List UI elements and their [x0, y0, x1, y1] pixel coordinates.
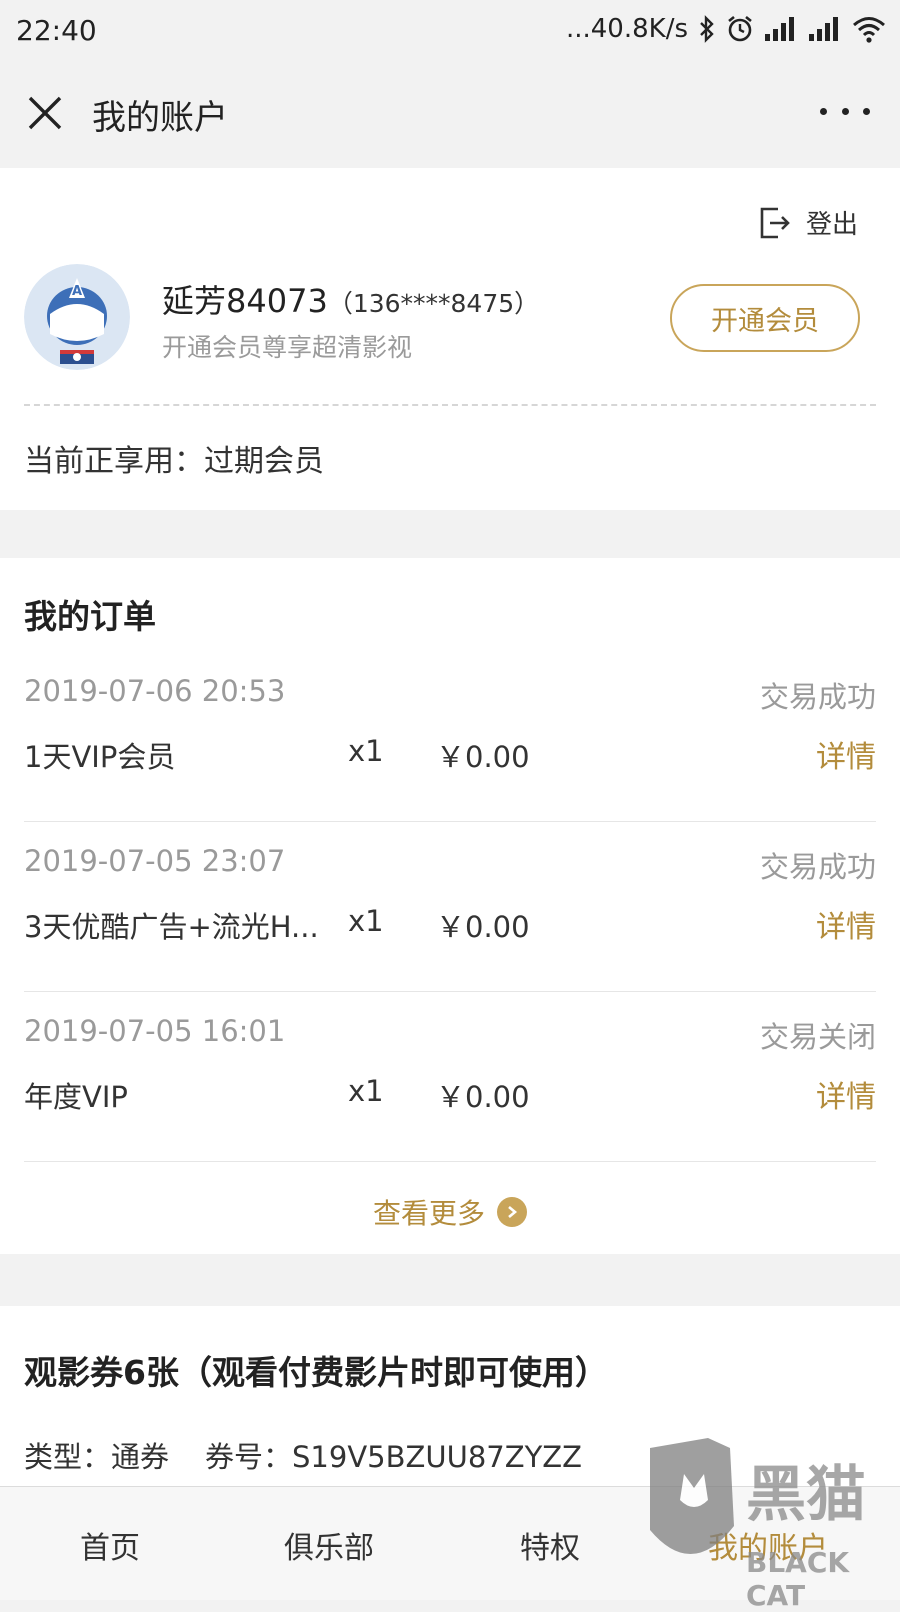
black-cat-watermark: 黑猫 BLACK CAT	[630, 1430, 900, 1600]
row-divider	[24, 1161, 876, 1162]
bluetooth-icon	[698, 15, 716, 43]
order-detail-link[interactable]: 详情	[816, 732, 876, 776]
order-status: 交易成功	[760, 674, 876, 716]
nav-item-home[interactable]: 首页	[80, 1523, 140, 1567]
more-icon[interactable]	[820, 96, 870, 126]
signal-icon	[764, 16, 798, 42]
wifi-icon	[852, 15, 886, 43]
order-product: 3天优酷广告+流光H...	[24, 904, 324, 946]
orders-card: 我的订单 2019-07-06 20:53 交易成功 1天VIP会员 x1 ￥0…	[0, 558, 900, 1254]
ticket-type: 类型：通券	[24, 1440, 169, 1474]
network-speed: ...40.8K/s	[566, 14, 688, 44]
chevron-right-icon	[497, 1197, 527, 1227]
order-detail-link[interactable]: 详情	[816, 902, 876, 946]
view-more-button[interactable]: 查看更多	[0, 1192, 900, 1232]
signal-icon	[808, 16, 842, 42]
status-indicators: ...40.8K/s	[566, 14, 886, 44]
user-name-line: 延芳84073（136****8475）	[162, 276, 539, 322]
order-date: 2019-07-05 16:01	[24, 1014, 285, 1048]
order-status: 交易成功	[760, 844, 876, 886]
order-detail-link[interactable]: 详情	[816, 1072, 876, 1116]
order-date: 2019-07-06 20:53	[24, 674, 285, 708]
order-quantity: x1	[348, 1074, 384, 1108]
order-row: 2019-07-05 23:07 交易成功 3天优酷广告+流光H... x1 ￥…	[24, 822, 876, 992]
watermark-text-en: BLACK CAT	[746, 1546, 900, 1612]
nav-item-privileges[interactable]: 特权	[520, 1523, 580, 1567]
order-row: 2019-07-05 16:01 交易关闭 年度VIP x1 ￥0.00 详情	[24, 992, 876, 1162]
status-bar: 22:40 ...40.8K/s	[0, 0, 900, 62]
logout-label: 登出	[806, 204, 858, 241]
account-card: 登出 A 延芳84073（136****8475） 开通会员尊享超清影视 开通会…	[0, 168, 900, 510]
dashed-divider	[24, 404, 876, 406]
ticket-code: 券号：S19V5BZUU87ZYZZ	[205, 1440, 582, 1474]
close-icon[interactable]	[24, 92, 66, 134]
status-time: 22:40	[16, 14, 97, 47]
orders-title: 我的订单	[24, 590, 156, 638]
title-bar: 我的账户	[0, 62, 900, 166]
order-price: ￥0.00	[436, 904, 530, 946]
user-name: 延芳84073	[162, 282, 328, 320]
order-quantity: x1	[348, 734, 384, 768]
open-vip-button[interactable]: 开通会员	[670, 284, 860, 352]
nav-item-club[interactable]: 俱乐部	[284, 1523, 374, 1567]
order-date: 2019-07-05 23:07	[24, 844, 285, 878]
current-membership-status: 当前正享用：过期会员	[24, 436, 324, 480]
order-price: ￥0.00	[436, 1074, 530, 1116]
ticket-info: 类型：通券 券号：S19V5BZUU87ZYZZ	[24, 1434, 582, 1476]
order-status: 交易关闭	[760, 1014, 876, 1056]
order-price: ￥0.00	[436, 734, 530, 776]
tickets-title: 观影券6张（观看付费影片时即可使用）	[24, 1346, 608, 1394]
watermark-text-cn: 黑猫	[746, 1446, 866, 1533]
order-quantity: x1	[348, 904, 384, 938]
logout-button[interactable]: 登出	[758, 204, 858, 241]
svg-text:A: A	[72, 284, 82, 299]
page-title: 我的账户	[92, 90, 228, 139]
avatar[interactable]: A	[24, 264, 130, 370]
user-phone: （136****8475）	[328, 289, 539, 318]
order-row: 2019-07-06 20:53 交易成功 1天VIP会员 x1 ￥0.00 详…	[24, 652, 876, 822]
view-more-label: 查看更多	[373, 1192, 485, 1232]
logout-icon	[758, 206, 792, 240]
alarm-icon	[726, 15, 754, 43]
user-subtitle: 开通会员尊享超清影视	[162, 328, 412, 364]
order-product: 1天VIP会员	[24, 734, 324, 776]
order-product: 年度VIP	[24, 1074, 324, 1116]
